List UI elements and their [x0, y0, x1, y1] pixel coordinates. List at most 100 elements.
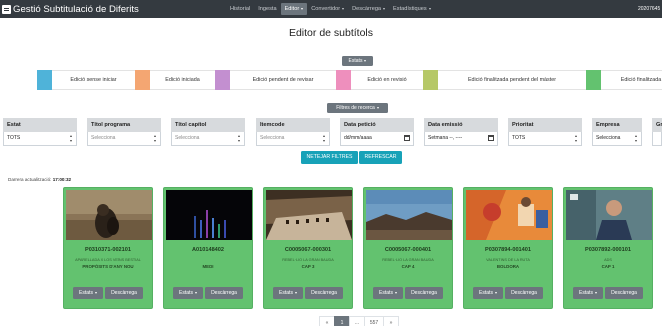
legend-item-finalitzada: Edició finalitzada	[586, 70, 662, 90]
filter-itemcode-value: Selecciona	[260, 135, 285, 141]
filter-estat-select[interactable]: TOTS	[3, 132, 77, 146]
filter-itemcode-select[interactable]: Selecciona	[256, 132, 330, 146]
legend-swatch	[336, 70, 351, 90]
video-thumbnail[interactable]	[66, 190, 152, 240]
legend-label: Edició iniciada	[150, 70, 215, 90]
legend-swatch	[135, 70, 150, 90]
page-next[interactable]: »	[383, 316, 399, 326]
filter-itemcode: Itemcode Selecciona	[256, 118, 330, 148]
video-card[interactable]: P0307894-001401 VALENTINS DE LA RUTA BOL…	[463, 187, 553, 309]
video-thumbnail[interactable]	[466, 190, 552, 240]
card-download-button[interactable]: Descàrrega	[105, 287, 143, 299]
states-button[interactable]: Estats	[342, 56, 373, 66]
legend-item-iniciada: Edició iniciada	[135, 70, 215, 90]
pagination: « 1 ... 557 »	[319, 316, 399, 326]
card-download-button[interactable]: Descàrrega	[505, 287, 543, 299]
card-download-button[interactable]: Descàrrega	[405, 287, 443, 299]
video-card[interactable]: P0310371-002101 APARELLADA X LOS VEÏNS B…	[63, 187, 153, 309]
video-card[interactable]: P0307892-000101 ADS CAP 1 Estats Descàrr…	[563, 187, 653, 309]
filter-estat: Estat TOTS	[3, 118, 77, 148]
page-ellipsis: ...	[349, 316, 365, 326]
video-card[interactable]: C0005067-000301 REBEL·LIO LA GRAN BAUDA …	[263, 187, 353, 309]
filter-prioritat-select[interactable]: TOTS	[508, 132, 582, 146]
legend-item-sense-iniciar: Edició sense iniciar	[37, 70, 135, 90]
video-thumbnail[interactable]	[166, 190, 252, 240]
legend-label: Edició finalitzada pendent del màster	[438, 70, 586, 90]
card-episode: MEDI	[202, 264, 214, 269]
clear-filters-button[interactable]: NETEJAR FILTRES	[301, 151, 358, 164]
card-download-button[interactable]: Descàrrega	[605, 287, 643, 299]
filter-titol-programa-select[interactable]: Selecciona	[87, 132, 161, 146]
filter-data-peticio: Data petició dd/mm/aaaa	[340, 118, 414, 148]
nav-descarrega[interactable]: Descàrrega	[348, 3, 389, 15]
video-card[interactable]: C0005067-000401 REBEL·LIO LA GRAN BAUDA …	[363, 187, 453, 309]
nav-convertidor[interactable]: Convertidor	[307, 3, 348, 15]
card-states-label: Estats	[279, 290, 293, 296]
nav-estadistiques[interactable]: Estadístiques	[389, 3, 435, 15]
filter-titol-programa: Títol programa Selecciona	[87, 118, 161, 148]
nav-editor[interactable]: Editor	[280, 3, 308, 15]
card-code: P0307892-000101	[584, 247, 632, 253]
select-arrows-icon	[238, 135, 241, 142]
filter-empresa-select[interactable]: Selecciona	[592, 132, 642, 146]
card-states-button[interactable]: Estats	[73, 287, 103, 299]
nav-estadistiques-label: Estadístiques	[393, 6, 427, 12]
user-id[interactable]: 20207645	[638, 0, 660, 18]
filter-estat-label: Estat	[3, 118, 77, 132]
filters-row: Estat TOTS Títol programa Selecciona Tít…	[0, 118, 662, 148]
filter-data-emissio-label: Data emissió	[424, 118, 498, 132]
card-series: VALENTINS DE LA RUTA	[486, 258, 530, 262]
search-filters-button[interactable]: Filtres de recerca	[327, 103, 388, 113]
video-thumbnail[interactable]	[366, 190, 452, 240]
nav-historial-label: Historial	[230, 6, 251, 12]
calendar-icon[interactable]	[404, 135, 410, 141]
refresh-button[interactable]: REFRESCAR	[359, 151, 402, 164]
nav-historial[interactable]: Historial	[226, 3, 254, 15]
page-prev[interactable]: «	[319, 316, 335, 326]
card-code: P0310371-002101	[84, 247, 132, 253]
page-last[interactable]: 557	[364, 316, 384, 326]
card-code: C0005067-000401	[384, 247, 432, 253]
nav-convertidor-label: Convertidor	[311, 6, 341, 12]
card-states-button[interactable]: Estats	[173, 287, 203, 299]
filter-titol-capitol: Títol capítol Selecciona	[171, 118, 245, 148]
filter-grup-select[interactable]	[652, 132, 662, 146]
app-brand[interactable]: Gestió Subtitulació de Diferits	[0, 4, 139, 15]
card-episode: PROPÒSITS D'ANY NOU	[82, 264, 134, 269]
caret-down-icon	[364, 59, 367, 62]
card-states-button[interactable]: Estats	[273, 287, 303, 299]
card-states-button[interactable]: Estats	[573, 287, 603, 299]
calendar-icon[interactable]	[488, 135, 494, 141]
nav-ingesta[interactable]: Ingesta	[254, 3, 280, 15]
select-arrows-icon	[575, 135, 578, 142]
card-download-button[interactable]: Descàrrega	[205, 287, 243, 299]
caret-down-icon	[594, 291, 597, 294]
filter-empresa: Empresa Selecciona	[592, 118, 642, 148]
filter-grup-label: Gr	[652, 118, 662, 132]
select-arrows-icon	[70, 135, 73, 142]
page-title: Editor de subtítols	[288, 27, 374, 39]
filter-prioritat: Prioritat TOTS	[508, 118, 582, 148]
filter-titol-capitol-label: Títol capítol	[171, 118, 245, 132]
subtitles-logo-icon	[2, 4, 11, 14]
caret-down-icon	[428, 7, 431, 10]
filter-data-emissio: Data emissió Setmana --, ----	[424, 118, 498, 148]
filter-titol-capitol-select[interactable]: Selecciona	[171, 132, 245, 146]
last-update-time: 17:00:32	[52, 177, 72, 182]
video-card[interactable]: A010148402 MEDI Estats Descàrrega	[163, 187, 253, 309]
card-episode: CAP 4	[401, 264, 415, 269]
filter-data-peticio-input[interactable]: dd/mm/aaaa	[340, 132, 414, 146]
select-arrows-icon	[323, 135, 326, 142]
card-states-button[interactable]: Estats	[473, 287, 503, 299]
filter-data-emissio-input[interactable]: Setmana --, ----	[424, 132, 498, 146]
video-thumbnail[interactable]	[566, 190, 652, 240]
filter-titol-programa-value: Selecciona	[91, 135, 116, 141]
page-current[interactable]: 1	[334, 316, 350, 326]
card-code: A010148402	[191, 247, 225, 253]
card-download-button[interactable]: Descàrrega	[305, 287, 343, 299]
caret-down-icon	[394, 291, 397, 294]
video-thumbnail[interactable]	[266, 190, 352, 240]
filter-empresa-value: Selecciona	[596, 135, 621, 141]
select-arrows-icon	[635, 135, 638, 142]
card-states-button[interactable]: Estats	[373, 287, 403, 299]
